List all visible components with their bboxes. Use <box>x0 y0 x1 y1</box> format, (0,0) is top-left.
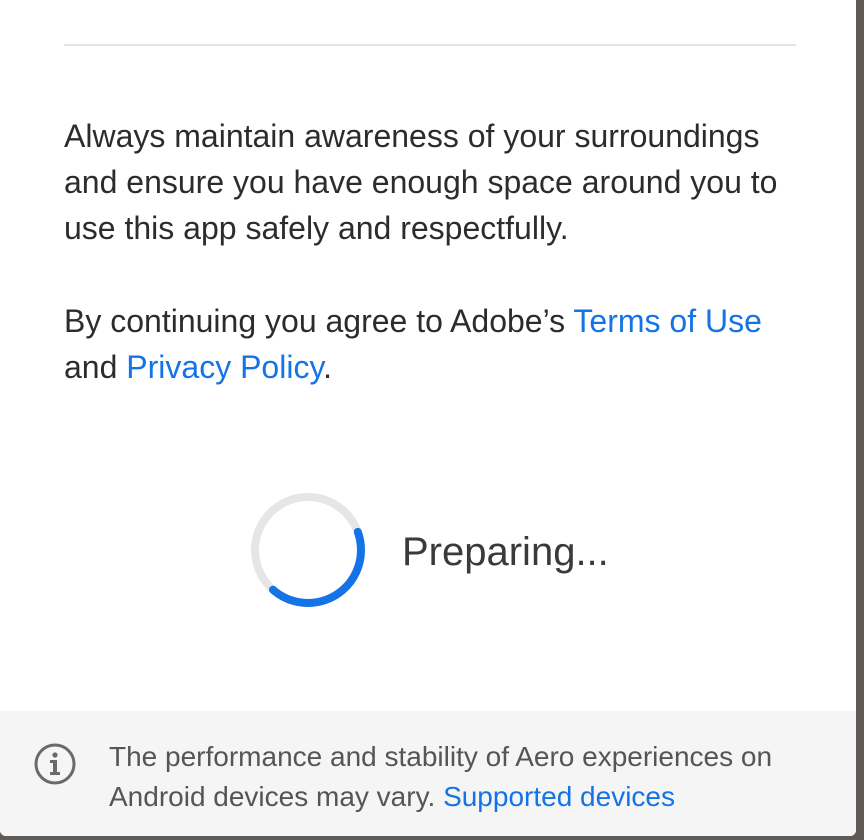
safety-awareness-text: Always maintain awareness of your surrou… <box>64 118 778 246</box>
spinner-arc <box>251 493 365 607</box>
onboarding-dialog: Always maintain awareness of your surrou… <box>0 0 856 836</box>
device-notice-text: The performance and stability of Aero ex… <box>109 737 829 817</box>
agree-middle: and <box>64 349 127 385</box>
privacy-policy-link[interactable]: Privacy Policy <box>126 349 323 385</box>
info-icon <box>34 743 76 785</box>
divider <box>64 44 796 46</box>
agree-prefix: By continuing you agree to Adobe’s <box>64 303 574 339</box>
agree-suffix: . <box>323 349 332 385</box>
terms-of-use-link[interactable]: Terms of Use <box>573 303 761 339</box>
loading-spinner-icon <box>251 493 365 607</box>
preparing-status: Preparing... <box>402 530 609 574</box>
supported-devices-link[interactable]: Supported devices <box>443 781 675 812</box>
terms-agreement-text: By continuing you agree to Adobe’s Terms… <box>64 298 804 390</box>
